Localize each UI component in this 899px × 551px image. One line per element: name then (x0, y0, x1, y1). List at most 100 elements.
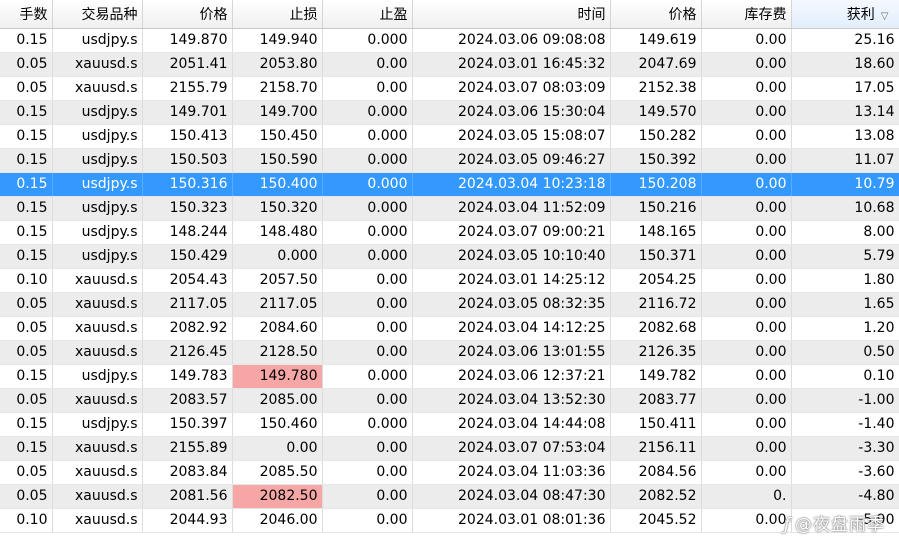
cell-open-price: 149.701 (142, 100, 233, 125)
cell-swap: 0.00 (701, 220, 792, 245)
cell-take-profit: 0.000 (322, 124, 413, 149)
table-row[interactable]: 0.15 usdjpy.s 150.323 150.320 0.000 2024.03.0… (0, 196, 899, 221)
cell-lots: 0.15 (0, 196, 53, 221)
cell-profit: 13.08 (791, 124, 899, 149)
cell-symbol: xauusd.s (52, 340, 143, 365)
cell-open-price: 2081.56 (142, 484, 233, 509)
cell-take-profit: 0.00 (322, 292, 413, 317)
col-header-open-price[interactable]: 价格 (142, 0, 233, 29)
cell-time: 2024.03.04 14:44:08 (412, 412, 611, 437)
watermark: ƒ @夜盘雨季 (784, 510, 885, 535)
col-header-lots[interactable]: 手数 (0, 0, 53, 29)
cell-time: 2024.03.01 08:01:36 (412, 508, 611, 533)
cell-lots: 0.15 (0, 100, 53, 125)
col-header-stop-loss[interactable]: 止损 (232, 0, 323, 29)
cell-time: 2024.03.07 09:00:21 (412, 220, 611, 245)
cell-swap: 0.00 (701, 316, 792, 341)
table-row[interactable]: 0.15 usdjpy.s 150.413 150.450 0.000 2024.03.0… (0, 124, 899, 149)
cell-take-profit: 0.000 (322, 244, 413, 269)
cell-profit: -3.60 (791, 460, 899, 485)
cell-profit: 8.00 (791, 220, 899, 245)
cell-symbol: usdjpy.s (52, 124, 143, 149)
table-row[interactable]: 0.05 xauusd.s 2083.57 2085.00 0.00 2024.03.04… (0, 388, 899, 413)
table-row[interactable]: 0.15 usdjpy.s 150.429 0.000 0.000 2024.03.05 … (0, 244, 899, 269)
table-header: 手数 交易品种 价格 止损 止盈 时间 价格 库存费 获利 ▽ (0, 0, 899, 29)
cell-swap: 0.00 (701, 28, 792, 53)
table-row[interactable]: 0.15 usdjpy.s 148.244 148.480 0.000 2024.03.0… (0, 220, 899, 245)
cell-current-price: 2152.38 (610, 76, 702, 101)
cell-swap: 0.00 (701, 340, 792, 365)
col-header-take-profit[interactable]: 止盈 (322, 0, 413, 29)
cell-profit: 25.16 (791, 28, 899, 53)
cell-stop-loss: 150.460 (232, 412, 323, 437)
cell-current-price: 149.782 (610, 364, 702, 389)
cell-current-price: 150.411 (610, 412, 702, 437)
cell-open-price: 150.413 (142, 124, 233, 149)
cell-symbol: xauusd.s (52, 508, 143, 533)
table-row[interactable]: 0.05 xauusd.s 2082.92 2084.60 0.00 2024.03.04… (0, 316, 899, 341)
col-header-swap[interactable]: 库存费 (701, 0, 792, 29)
table-row[interactable]: 0.15 usdjpy.s 150.397 150.460 0.000 2024.03.0… (0, 412, 899, 437)
watermark-text: @夜盘雨季 (795, 515, 885, 535)
table-row[interactable]: 0.15 usdjpy.s 149.701 149.700 0.000 2024.03.0… (0, 100, 899, 125)
col-header-profit-label: 获利 (846, 6, 875, 23)
cell-stop-loss: 150.450 (232, 124, 323, 149)
cell-stop-loss: 0.000 (232, 244, 323, 269)
col-header-current-price[interactable]: 价格 (610, 0, 702, 29)
sort-descending-icon: ▽ (880, 10, 889, 22)
cell-open-price: 2117.05 (142, 292, 233, 317)
cell-profit: 1.65 (791, 292, 899, 317)
cell-symbol: xauusd.s (52, 460, 143, 485)
cell-lots: 0.15 (0, 28, 53, 53)
cell-take-profit: 0.000 (322, 28, 413, 53)
col-header-time[interactable]: 时间 (412, 0, 611, 29)
table-row[interactable]: 0.10 xauusd.s 2054.43 2057.50 0.00 2024.03.01… (0, 268, 899, 293)
table-row[interactable]: 0.05 xauusd.s 2126.45 2128.50 0.00 2024.03.06… (0, 340, 899, 365)
cell-lots: 0.15 (0, 244, 53, 269)
cell-profit: 10.68 (791, 196, 899, 221)
table-row[interactable]: 0.15 usdjpy.s 150.503 150.590 0.000 2024.03.0… (0, 148, 899, 173)
cell-profit: 10.79 (791, 172, 899, 197)
cell-open-price: 2126.45 (142, 340, 233, 365)
table-row[interactable]: 0.10 xauusd.s 2044.93 2046.00 0.00 2024.03.01… (0, 508, 899, 533)
cell-take-profit: 0.00 (322, 484, 413, 509)
cell-current-price: 150.371 (610, 244, 702, 269)
table-row[interactable]: 0.15 xauusd.s 2155.89 0.00 0.00 2024.03.07 07… (0, 436, 899, 461)
col-header-profit[interactable]: 获利 ▽ (791, 0, 899, 29)
cell-stop-loss: 2128.50 (232, 340, 323, 365)
table-row[interactable]: 0.05 xauusd.s 2083.84 2085.50 0.00 2024.03.04… (0, 460, 899, 485)
cell-current-price: 150.392 (610, 148, 702, 173)
cell-time: 2024.03.01 14:25:12 (412, 268, 611, 293)
cell-stop-loss: 150.320 (232, 196, 323, 221)
table-row[interactable]: 0.15 usdjpy.s 149.870 149.940 0.000 2024.03.0… (0, 28, 899, 53)
cell-profit: -3.30 (791, 436, 899, 461)
cell-lots: 0.05 (0, 316, 53, 341)
cell-swap: 0.00 (701, 268, 792, 293)
cell-stop-loss: 2046.00 (232, 508, 323, 533)
table-row[interactable]: 0.05 xauusd.s 2117.05 2117.05 0.00 2024.03.05… (0, 292, 899, 317)
cell-open-price: 150.397 (142, 412, 233, 437)
cell-current-price: 150.208 (610, 172, 702, 197)
table-row[interactable]: 0.15 usdjpy.s 150.316 150.400 0.000 2024.03.0… (0, 172, 899, 197)
cell-take-profit: 0.000 (322, 220, 413, 245)
cell-open-price: 2054.43 (142, 268, 233, 293)
cell-profit: 1.80 (791, 268, 899, 293)
cell-time: 2024.03.04 11:03:36 (412, 460, 611, 485)
table-row[interactable]: 0.05 xauusd.s 2155.79 2158.70 0.00 2024.03.07… (0, 76, 899, 101)
cell-swap: 0.00 (701, 460, 792, 485)
cell-profit: 11.07 (791, 148, 899, 173)
cell-open-price: 149.870 (142, 28, 233, 53)
table-row[interactable]: 0.05 xauusd.s 2081.56 2082.50 0.00 2024.03.04… (0, 484, 899, 509)
cell-lots: 0.15 (0, 364, 53, 389)
cell-time: 2024.03.06 09:08:08 (412, 28, 611, 53)
cell-time: 2024.03.04 14:12:25 (412, 316, 611, 341)
cell-current-price: 2126.35 (610, 340, 702, 365)
cell-stop-loss: 149.700 (232, 100, 323, 125)
cell-lots: 0.05 (0, 484, 53, 509)
col-header-symbol[interactable]: 交易品种 (52, 0, 143, 29)
cell-take-profit: 0.00 (322, 316, 413, 341)
table-row[interactable]: 0.05 xauusd.s 2051.41 2053.80 0.00 2024.03.01… (0, 52, 899, 77)
cell-lots: 0.05 (0, 52, 53, 77)
cell-symbol: usdjpy.s (52, 196, 143, 221)
table-row[interactable]: 0.15 usdjpy.s 149.783 149.780 0.000 2024.03.0… (0, 364, 899, 389)
